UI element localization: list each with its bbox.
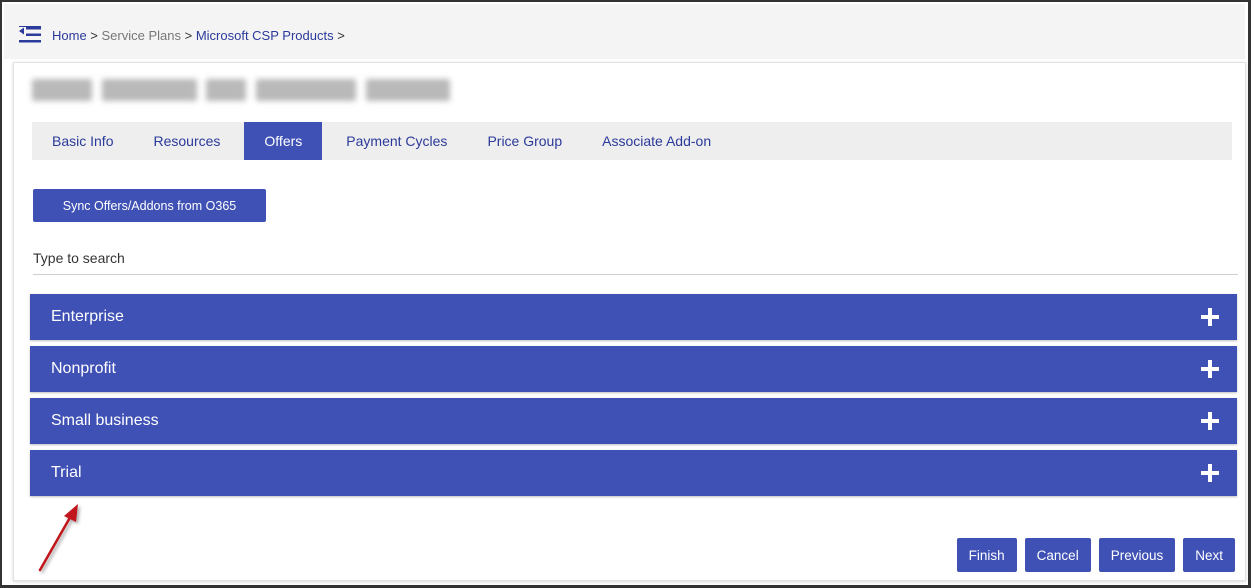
tab-offers[interactable]: Offers (244, 122, 323, 160)
wizard-actions: Finish Cancel Previous Next (956, 538, 1235, 572)
cancel-button[interactable]: Cancel (1024, 538, 1091, 572)
plus-icon[interactable] (1201, 464, 1219, 482)
tab-resources[interactable]: Resources (133, 122, 240, 160)
app-window: Home > Service Plans > Microsoft CSP Pro… (0, 0, 1251, 588)
breadcrumb-separator: > (333, 28, 345, 43)
finish-button[interactable]: Finish (956, 538, 1017, 572)
red-arrow-annotation (38, 504, 78, 572)
tab-payment-cycles[interactable]: Payment Cycles (326, 122, 467, 160)
plus-icon[interactable] (1201, 412, 1219, 430)
breadcrumb-separator: > (86, 28, 102, 43)
accordion-label: Small business (51, 412, 159, 429)
accordion-label: Trial (51, 464, 82, 481)
breadcrumb-service-plans[interactable]: Service Plans (102, 28, 181, 43)
plus-icon[interactable] (1201, 360, 1219, 378)
tab-bar: Basic Info Resources Offers Payment Cycl… (32, 122, 1232, 160)
redacted-block (102, 79, 197, 101)
tab-associate-add-on[interactable]: Associate Add-on (582, 122, 731, 160)
breadcrumb-microsoft-csp[interactable]: Microsoft CSP Products (196, 28, 334, 43)
plus-icon[interactable] (1201, 308, 1219, 326)
redacted-block (206, 79, 246, 101)
page-title-redacted (24, 71, 484, 109)
redacted-block (32, 79, 92, 101)
accordion-item-enterprise[interactable]: Enterprise (30, 294, 1237, 340)
accordion-item-small-business[interactable]: Small business (30, 398, 1237, 444)
top-bar: Home > Service Plans > Microsoft CSP Pro… (4, 4, 1245, 59)
tab-price-group[interactable]: Price Group (467, 122, 582, 160)
breadcrumb-separator: > (181, 28, 196, 43)
redacted-block (256, 79, 356, 101)
previous-button[interactable]: Previous (1098, 538, 1176, 572)
sync-offers-button[interactable]: Sync Offers/Addons from O365 (33, 189, 266, 222)
menu-collapse-icon[interactable] (19, 26, 41, 44)
breadcrumb-home[interactable]: Home (52, 28, 87, 43)
next-button[interactable]: Next (1183, 538, 1235, 572)
accordion-item-nonprofit[interactable]: Nonprofit (30, 346, 1237, 392)
accordion-label: Enterprise (51, 308, 124, 325)
accordion-label: Nonprofit (51, 360, 116, 377)
redacted-block (366, 79, 450, 101)
search-input[interactable] (33, 241, 1238, 275)
offer-category-accordion: Enterprise Nonprofit Small business Tria… (30, 294, 1237, 502)
tab-basic-info[interactable]: Basic Info (32, 122, 133, 160)
content-panel: Basic Info Resources Offers Payment Cycl… (13, 62, 1246, 581)
accordion-item-trial[interactable]: Trial (30, 450, 1237, 496)
breadcrumb: Home > Service Plans > Microsoft CSP Pro… (52, 28, 345, 43)
